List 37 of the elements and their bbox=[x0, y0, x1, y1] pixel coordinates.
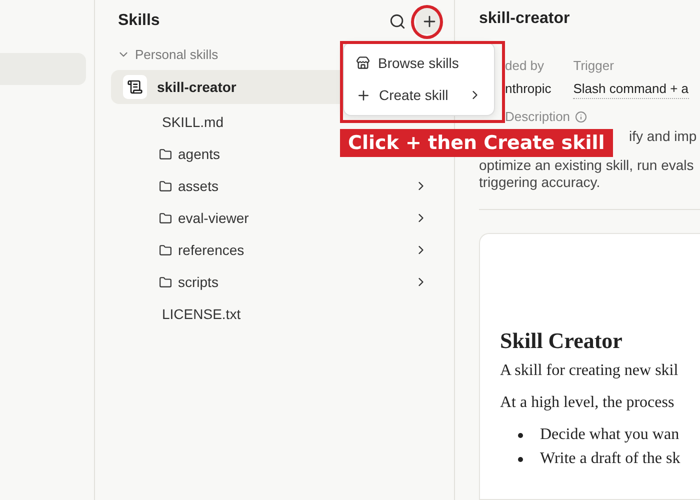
folder-item[interactable]: references bbox=[111, 234, 442, 266]
meta-value: Slash command + a bbox=[573, 81, 689, 99]
file-item[interactable]: LICENSE.txt bbox=[111, 298, 255, 330]
document-heading: Skill Creator bbox=[500, 328, 624, 354]
detail-title: skill-creator bbox=[479, 10, 571, 29]
folder-item[interactable]: assets bbox=[111, 170, 442, 202]
store-icon bbox=[356, 56, 370, 70]
annotation-label: Click + then Create skill bbox=[340, 129, 613, 157]
description-text: optimize an existing skill, run evals bbox=[479, 157, 694, 174]
folder-icon bbox=[159, 180, 172, 192]
description-text: ify and imp bbox=[629, 128, 697, 145]
folder-icon bbox=[159, 212, 172, 224]
meta-label: Trigger bbox=[573, 58, 615, 73]
meta-value: nthropic bbox=[505, 81, 552, 98]
folder-item[interactable]: eval-viewer bbox=[111, 202, 442, 234]
folder-icon bbox=[159, 244, 172, 256]
description-label: Description bbox=[505, 109, 570, 124]
panel-title: Skills bbox=[117, 12, 161, 30]
info-icon bbox=[575, 110, 588, 122]
document-paragraph: At a high level, the process bbox=[500, 394, 676, 412]
bullet-text: Write a draft of the sk bbox=[540, 450, 680, 468]
file-item[interactable]: SKILL.md bbox=[111, 106, 238, 138]
bullet-icon bbox=[518, 457, 523, 462]
folder-icon bbox=[159, 148, 172, 160]
folder-item[interactable]: scripts bbox=[111, 266, 442, 298]
description-text: triggering accuracy. bbox=[479, 174, 600, 191]
section-label: Personal skills bbox=[135, 46, 218, 62]
folder-item[interactable]: agents bbox=[111, 138, 234, 170]
bullet-text: Decide what you wan bbox=[540, 426, 680, 444]
plus-icon bbox=[356, 88, 371, 102]
bullet-icon bbox=[518, 433, 523, 438]
document-paragraph: A skill for creating new skil bbox=[500, 362, 680, 380]
search-icon bbox=[388, 12, 406, 30]
meta-label: ded by bbox=[505, 58, 546, 73]
scroll-icon bbox=[123, 75, 147, 99]
folder-icon bbox=[159, 276, 172, 288]
highlight-circle bbox=[411, 5, 443, 39]
